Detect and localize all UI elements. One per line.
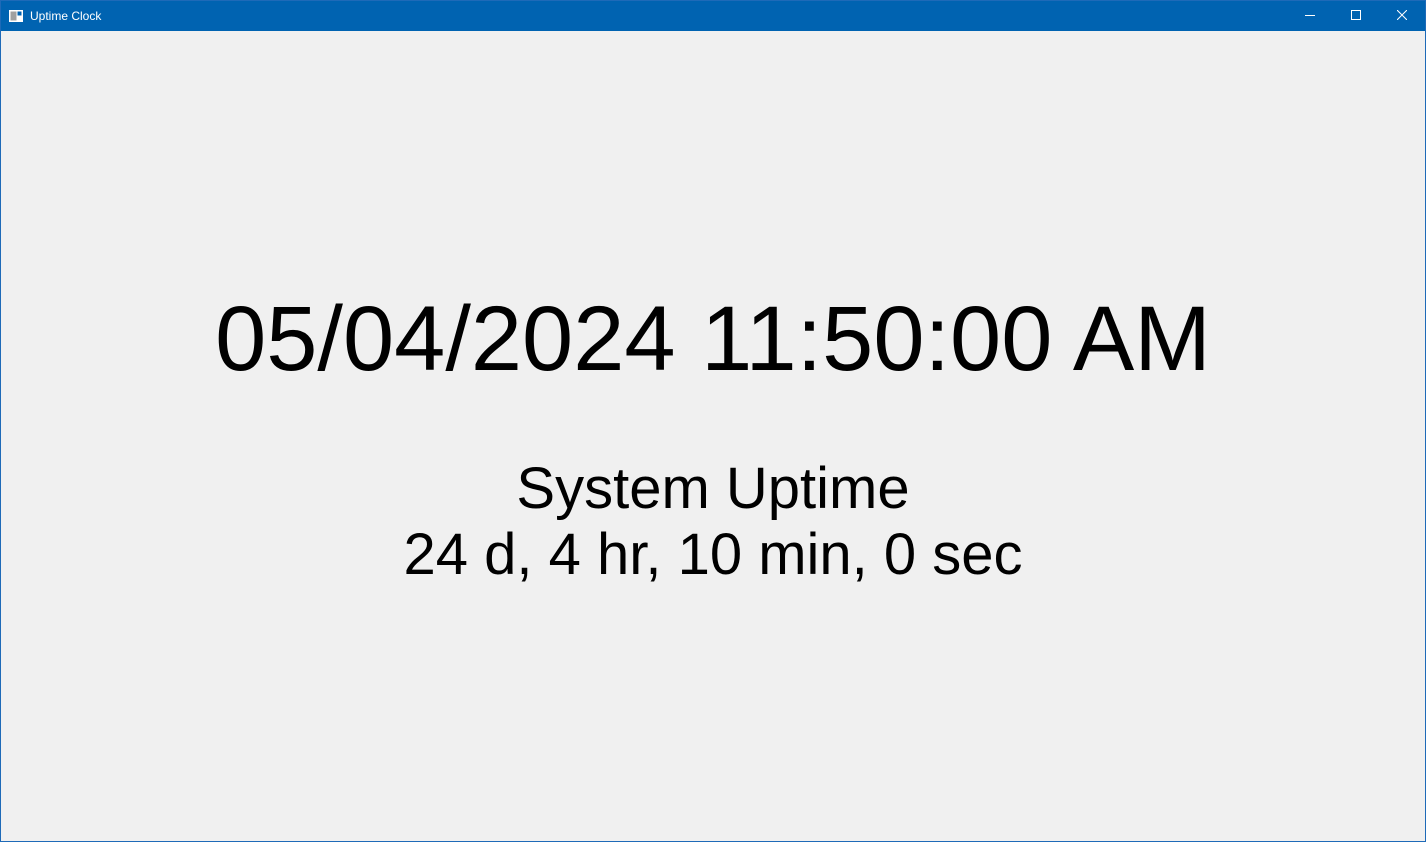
window-title: Uptime Clock — [30, 9, 102, 23]
title-bar[interactable]: Uptime Clock — [1, 1, 1425, 31]
minimize-icon — [1305, 7, 1315, 25]
app-window-icon[interactable] — [9, 9, 23, 22]
uptime-heading: System Uptime — [516, 456, 910, 521]
current-datetime: 05/04/2024 11:50:00 AM — [215, 288, 1211, 390]
clock-panel: 05/04/2024 11:50:00 AM System Uptime 24 … — [1, 31, 1425, 841]
close-icon — [1396, 7, 1408, 25]
maximize-button[interactable] — [1333, 1, 1379, 31]
uptime-clock-window: Uptime Clock 05/04/2024 11:50:00 AM Syst… — [0, 0, 1426, 842]
maximize-icon — [1351, 7, 1361, 25]
uptime-value: 24 d, 4 hr, 10 min, 0 sec — [403, 522, 1023, 587]
close-button[interactable] — [1379, 1, 1425, 31]
minimize-button[interactable] — [1287, 1, 1333, 31]
